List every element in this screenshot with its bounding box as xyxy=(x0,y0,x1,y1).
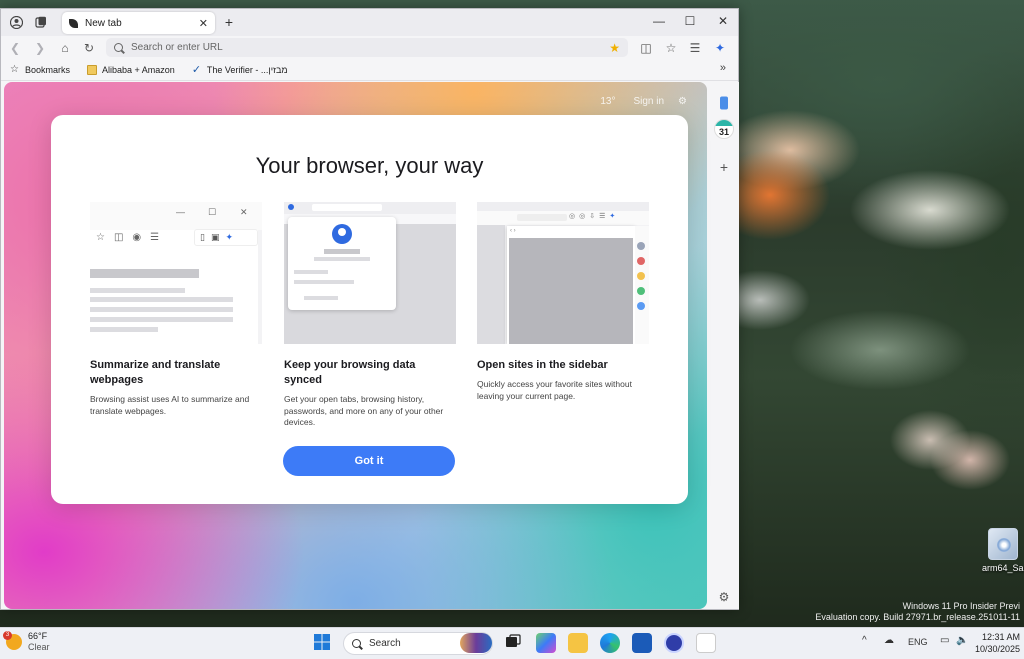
navigation-bar: ❮ ❯ ⌂ ↻ Search or enter URL ★ ◫ ☆ ☰ ✦ xyxy=(1,36,738,59)
search-icon xyxy=(352,639,361,648)
language-indicator[interactable]: ENG xyxy=(908,637,928,647)
desktop-icon-label: arm64_Sam xyxy=(982,563,1024,573)
feature-desc-summarize: Browsing assist uses AI to summarize and… xyxy=(90,394,250,416)
bookmarks-star-icon: ☆ xyxy=(10,63,19,75)
feature-desc-sync: Get your open tabs, browsing history, pa… xyxy=(284,394,444,427)
more-bookmarks-icon[interactable]: » xyxy=(720,62,726,74)
feature-title-summarize: Summarize and translate webpages xyxy=(90,359,221,386)
got-it-button[interactable]: Got it xyxy=(283,446,455,476)
menu-icon[interactable]: ☰ xyxy=(687,40,703,56)
home-icon[interactable]: ⌂ xyxy=(57,40,73,56)
bookmark-label: The Verifier - ...מבזין xyxy=(206,64,288,75)
bookmark-item-alibaba[interactable]: Alibaba + Amazon xyxy=(87,64,175,75)
weather-widget-taskbar[interactable]: 3 66°F Clear xyxy=(3,631,50,653)
watermark-line-2: Evaluation copy. Build 27971.br_release.… xyxy=(815,612,1020,622)
task-view-icon[interactable] xyxy=(504,633,524,653)
forward-arrow-icon[interactable]: ❯ xyxy=(32,40,48,56)
favorites-icon[interactable]: ☆ xyxy=(663,40,679,56)
new-tab-widgets: 13° Sign in ⚙ xyxy=(600,96,687,107)
tab-title: New tab xyxy=(85,17,122,29)
favorite-star-icon[interactable]: ★ xyxy=(609,41,620,55)
phone-icon[interactable] xyxy=(716,96,732,112)
sidebar-toggle-icon[interactable]: ◫ xyxy=(638,40,654,56)
maximize-button[interactable]: ☐ xyxy=(682,14,698,28)
desktop-icon-arm64[interactable]: arm64_Sam xyxy=(982,528,1024,573)
copilot-app-icon[interactable] xyxy=(536,633,556,653)
clock[interactable]: 12:31 AM 10/30/2025 xyxy=(975,631,1020,655)
title-bar: New tab ✕ + — ☐ ✕ xyxy=(1,9,738,36)
customize-icon[interactable]: ⚙ xyxy=(678,96,687,107)
search-icon xyxy=(114,43,123,52)
bookmark-label: Alibaba + Amazon xyxy=(102,64,175,75)
calendar-icon[interactable]: 31 xyxy=(714,119,734,139)
notification-badge: 3 xyxy=(3,631,12,640)
add-sidebar-app-icon[interactable]: + xyxy=(716,159,732,175)
watermark-line-1: Windows 11 Pro Insider Previ xyxy=(902,601,1020,611)
back-arrow-icon[interactable]: ❮ xyxy=(7,40,23,56)
welcome-dialog: Your browser, your way — ☐ ✕ ☆◫◉☰ ▯▣✦ ◎◎… xyxy=(51,115,688,504)
store-icon[interactable] xyxy=(632,633,652,653)
sidebar-illustration: ◎◎⇩☰✦ ‹ › xyxy=(477,202,649,344)
tab-new-tab[interactable]: New tab ✕ xyxy=(62,12,215,34)
summarize-illustration: — ☐ ✕ ☆◫◉☰ ▯▣✦ xyxy=(90,202,262,344)
sync-illustration xyxy=(284,202,456,344)
search-highlight-icon[interactable] xyxy=(460,633,492,653)
url-bar[interactable]: Search or enter URL ★ xyxy=(106,38,628,57)
ai-sparkle-icon[interactable]: ✦ xyxy=(712,40,728,56)
reload-icon[interactable]: ↻ xyxy=(81,40,97,56)
sun-icon: 3 xyxy=(3,631,22,650)
sidebar-settings-icon[interactable]: ⚙ xyxy=(716,590,732,606)
weather-desc: Clear xyxy=(28,642,50,652)
close-window-button[interactable]: ✕ xyxy=(715,14,731,28)
volume-icon[interactable]: 🔈 xyxy=(956,635,968,646)
bookmark-label: Bookmarks xyxy=(25,64,71,75)
browser-app-icon[interactable] xyxy=(664,633,684,653)
bookmark-item-bookmarks[interactable]: ☆ Bookmarks xyxy=(10,63,71,75)
time: 12:31 AM xyxy=(981,632,1020,642)
taskbar-search-label: Search xyxy=(369,638,401,649)
browser-logo-icon xyxy=(69,18,78,28)
bookmarks-bar: ☆ Bookmarks Alibaba + Amazon ✓ The Verif… xyxy=(1,59,738,81)
date: 10/30/2025 xyxy=(974,644,1020,654)
close-tab-icon[interactable]: ✕ xyxy=(199,17,208,30)
edge-browser-icon[interactable] xyxy=(600,633,620,653)
sidebar-rail: 31 + ⚙ xyxy=(709,82,739,609)
verifier-logo-icon: ✓ xyxy=(191,63,202,76)
network-icon[interactable]: ▭ xyxy=(940,635,949,646)
dialog-title: Your browser, your way xyxy=(255,153,484,178)
profile-icon[interactable] xyxy=(7,14,25,30)
feature-title-sync: Keep your browsing data synced xyxy=(284,359,416,386)
folder-icon xyxy=(87,64,98,75)
cloud-sync-icon[interactable]: ☁ xyxy=(884,635,894,646)
feature-desc-sidebar: Quickly access your favorite sites witho… xyxy=(477,379,632,401)
url-placeholder: Search or enter URL xyxy=(131,42,223,53)
start-button[interactable] xyxy=(313,633,333,653)
signin-link[interactable]: Sign in xyxy=(633,96,664,107)
bookmark-item-verifier[interactable]: ✓ The Verifier - ...מבזין xyxy=(191,63,288,76)
tab-actions-icon[interactable] xyxy=(32,14,50,30)
feature-title-sidebar: Open sites in the sidebar xyxy=(477,359,608,371)
show-hidden-icons[interactable]: ^ xyxy=(862,635,867,646)
file-explorer-icon[interactable] xyxy=(568,633,588,653)
snipping-tool-icon[interactable] xyxy=(696,633,716,653)
weather-temp: 66°F xyxy=(28,631,48,641)
disc-image-icon xyxy=(988,528,1018,560)
weather-widget[interactable]: 13° xyxy=(600,96,615,107)
new-tab-button[interactable]: + xyxy=(221,15,237,31)
minimize-button[interactable]: — xyxy=(651,14,667,28)
taskbar: 3 66°F Clear Search ^ ☁ ENG ▭ 🔈 12:31 AM… xyxy=(0,627,1024,659)
